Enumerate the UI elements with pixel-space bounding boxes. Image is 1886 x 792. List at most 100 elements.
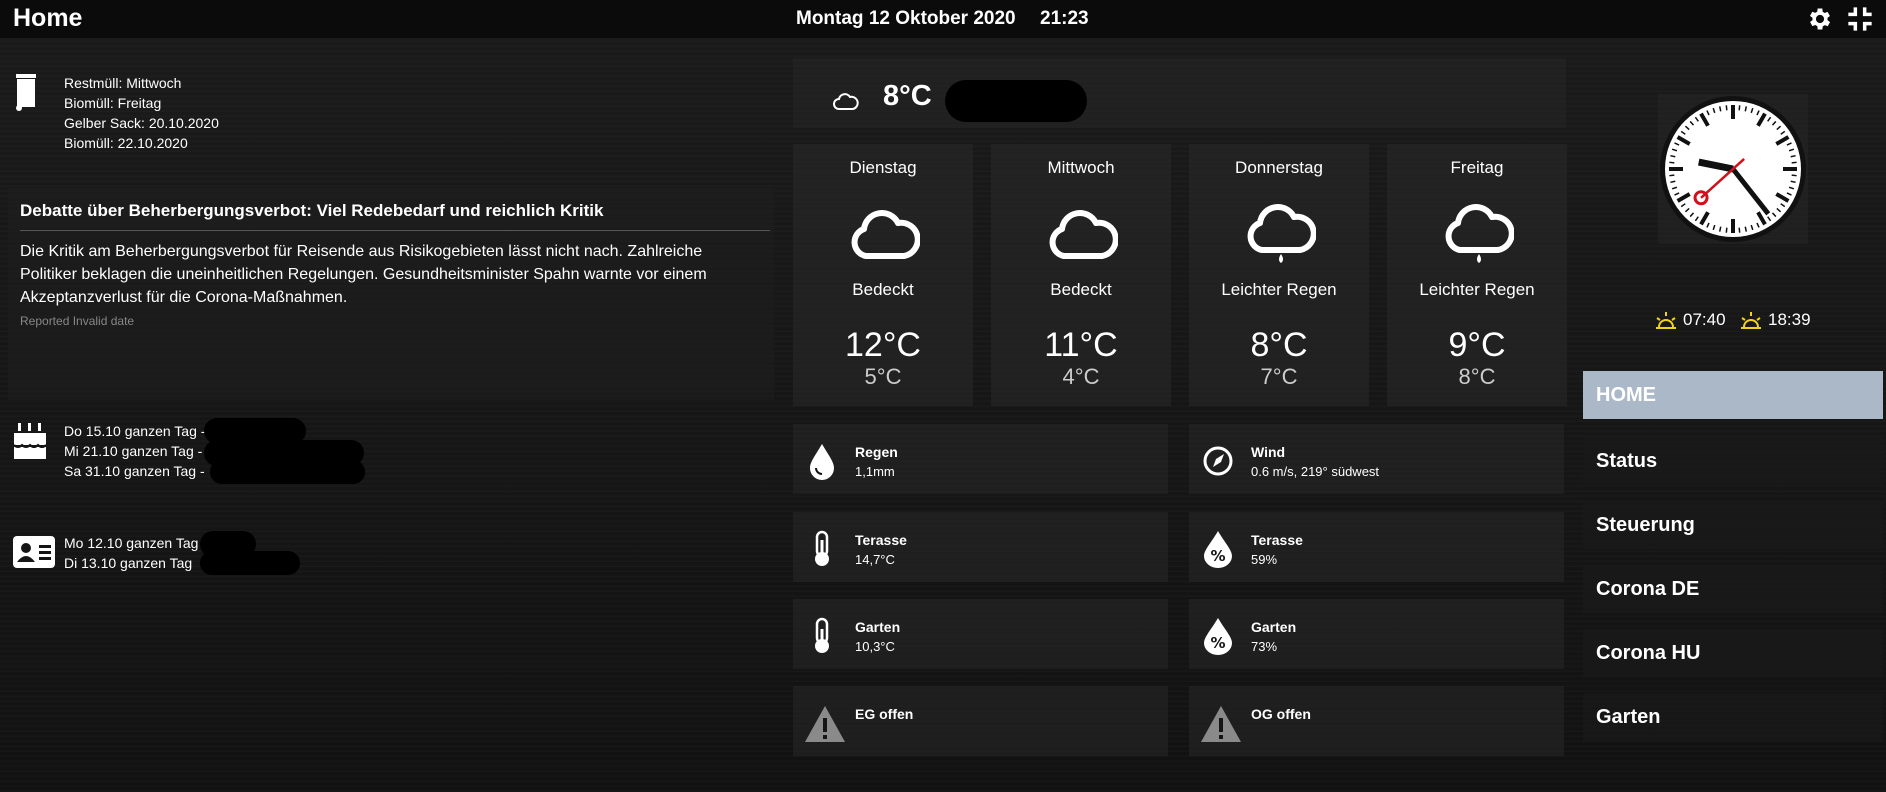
clock-minute-tick xyxy=(1738,105,1741,111)
warning-icon xyxy=(805,706,845,742)
forecast-condition: Bedeckt xyxy=(852,280,914,299)
sensor-value: 10,3°C xyxy=(855,639,895,654)
menu-item-status[interactable]: Status xyxy=(1583,437,1883,485)
forecast-day: Dienstag Bedeckt 12°C 5°C xyxy=(793,144,973,406)
gear-icon[interactable] xyxy=(1806,5,1834,33)
redaction-mark xyxy=(210,460,365,484)
trash-schedule-list: Restmüll: Mittwoch Biomüll: Freitag Gelb… xyxy=(64,73,219,153)
forecast-high: 12°C xyxy=(845,326,921,364)
birthday-list: Do 15.10 ganzen Tag - Mi 21.10 ganzen Ta… xyxy=(64,421,205,481)
birthday-cake-icon xyxy=(13,423,47,459)
forecast-condition: Leichter Regen xyxy=(1419,280,1535,299)
clock-minute-tick xyxy=(1669,161,1675,164)
id-card-icon xyxy=(13,536,55,568)
sensor-name: Terasse xyxy=(1251,532,1303,548)
clock-minute-tick xyxy=(1718,226,1722,232)
current-weather-tile[interactable]: 8°C xyxy=(793,58,1566,128)
time-display: 21:23 xyxy=(1040,8,1089,29)
cloud-icon xyxy=(1049,210,1118,259)
forecast-low: 8°C xyxy=(1458,364,1496,389)
list-item: Gelber Sack: 20.10.2020 xyxy=(64,115,219,131)
date-display: Montag 12 Oktober 2020 xyxy=(796,8,1016,29)
sunrise-icon xyxy=(1656,312,1676,329)
menu-item-corona-de[interactable]: Corona DE xyxy=(1583,565,1883,613)
light-rain-icon xyxy=(1247,204,1316,263)
menu-item-garten[interactable]: Garten xyxy=(1583,693,1883,741)
top-bar: Home Montag 12 Oktober 2020 21:23 xyxy=(0,0,1886,39)
menu-item-label: Steuerung xyxy=(1596,514,1695,536)
sensor-tile-garten-humidity[interactable]: % Garten 73% xyxy=(1189,599,1564,669)
forecast-high: 11°C xyxy=(1044,326,1118,364)
forecast-low: 4°C xyxy=(1062,364,1100,389)
forecast-day-name: Mittwoch xyxy=(1047,158,1115,177)
sensor-value: 59% xyxy=(1251,552,1278,567)
sensor-tile-terasse-temp[interactable]: Terasse 14,7°C xyxy=(793,512,1168,582)
sensor-tile-wind[interactable]: Wind 0.6 m/s, 219° südwest xyxy=(1189,424,1564,494)
list-item: Restmüll: Mittwoch xyxy=(64,75,182,91)
sensor-tile-og-offen[interactable]: OG offen xyxy=(1189,686,1564,756)
sensor-name: Regen xyxy=(855,444,898,460)
forecast-low: 5°C xyxy=(864,364,902,389)
redaction-mark xyxy=(945,80,1087,122)
humidity-icon: % xyxy=(1204,618,1232,655)
menu-item-label: Corona HU xyxy=(1596,642,1701,664)
compress-icon[interactable] xyxy=(1846,5,1874,33)
clock-minute-tick xyxy=(1790,180,1796,184)
sensor-name: Wind xyxy=(1251,444,1286,460)
clock-minute-tick xyxy=(1718,106,1722,112)
clock-minute-tick xyxy=(1791,161,1797,164)
menu-item-label: Corona DE xyxy=(1596,578,1700,600)
forecast-day-name: Dienstag xyxy=(849,158,917,177)
sensor-tile-regen[interactable]: Regen 1,1mm xyxy=(793,424,1168,494)
news-tile[interactable]: Debatte über Beherbergungsverbot: Viel R… xyxy=(8,188,774,400)
sunset-icon xyxy=(1741,312,1761,329)
analog-clock xyxy=(1658,94,1808,244)
humidity-icon: % xyxy=(1204,531,1232,568)
list-item: Di 13.10 ganzen Tag xyxy=(64,555,193,571)
cloud-icon xyxy=(851,210,920,259)
forecast-day: Donnerstag Leichter Regen 8°C 7°C xyxy=(1189,144,1369,406)
forecast-day: Mittwoch Bedeckt 11°C 4°C xyxy=(991,144,1171,406)
sunset-time: 18:39 xyxy=(1768,310,1811,329)
forecast-day-name: Freitag xyxy=(1450,158,1504,177)
forecast-day-name: Donnerstag xyxy=(1235,158,1323,177)
sunrise-time: 07:40 xyxy=(1683,310,1726,329)
forecast-high: 9°C xyxy=(1448,326,1506,364)
page-title: Home xyxy=(13,4,83,32)
menu-item-home[interactable]: HOME xyxy=(1583,371,1883,419)
sensor-name: Garten xyxy=(855,619,901,635)
clock-minute-tick xyxy=(1670,180,1676,184)
sensor-tile-garten-temp[interactable]: Garten 10,3°C xyxy=(793,599,1168,669)
divider xyxy=(20,230,770,231)
list-item: Biomüll: 22.10.2020 xyxy=(64,135,188,151)
current-temperature: 8°C xyxy=(883,80,932,112)
menu-item-steuerung[interactable]: Steuerung xyxy=(1583,501,1883,549)
forecast-condition: Leichter Regen xyxy=(1221,280,1337,299)
forecast-day: Freitag Leichter Regen 9°C 8°C xyxy=(1387,144,1567,406)
sensor-tile-terasse-humidity[interactable]: % Terasse 59% xyxy=(1189,512,1564,582)
sensor-value: 0.6 m/s, 219° südwest xyxy=(1251,464,1380,479)
thermometer-icon xyxy=(815,617,829,653)
menu-item-label: Status xyxy=(1596,450,1658,472)
menu-item-label: Garten xyxy=(1596,706,1661,728)
clock-minute-tick xyxy=(1725,227,1728,233)
sensor-tile-eg-offen[interactable]: EG offen xyxy=(793,686,1168,756)
list-item: Do 15.10 ganzen Tag - xyxy=(64,423,206,439)
sensor-value: 73% xyxy=(1251,639,1278,654)
clock-minute-tick xyxy=(1744,106,1748,112)
clock-minute-tick xyxy=(1744,226,1748,232)
list-item: Mo 12.10 ganzen Tag xyxy=(64,535,199,551)
news-reported-date: Reported Invalid date xyxy=(20,314,135,328)
list-item: Sa 31.10 ganzen Tag - xyxy=(64,463,205,479)
clock-minute-tick xyxy=(1790,154,1796,158)
forecast-high: 8°C xyxy=(1250,326,1308,364)
thermometer-icon xyxy=(815,530,829,566)
sensor-name: OG offen xyxy=(1251,706,1311,722)
menu-item-corona-hu[interactable]: Corona HU xyxy=(1583,629,1883,677)
redaction-mark xyxy=(200,551,300,575)
clock-minute-tick xyxy=(1738,227,1741,233)
water-drop-icon xyxy=(810,444,834,480)
forecast-low: 7°C xyxy=(1260,364,1298,389)
svg-text:%: % xyxy=(1210,634,1225,652)
compass-icon xyxy=(1203,446,1233,476)
